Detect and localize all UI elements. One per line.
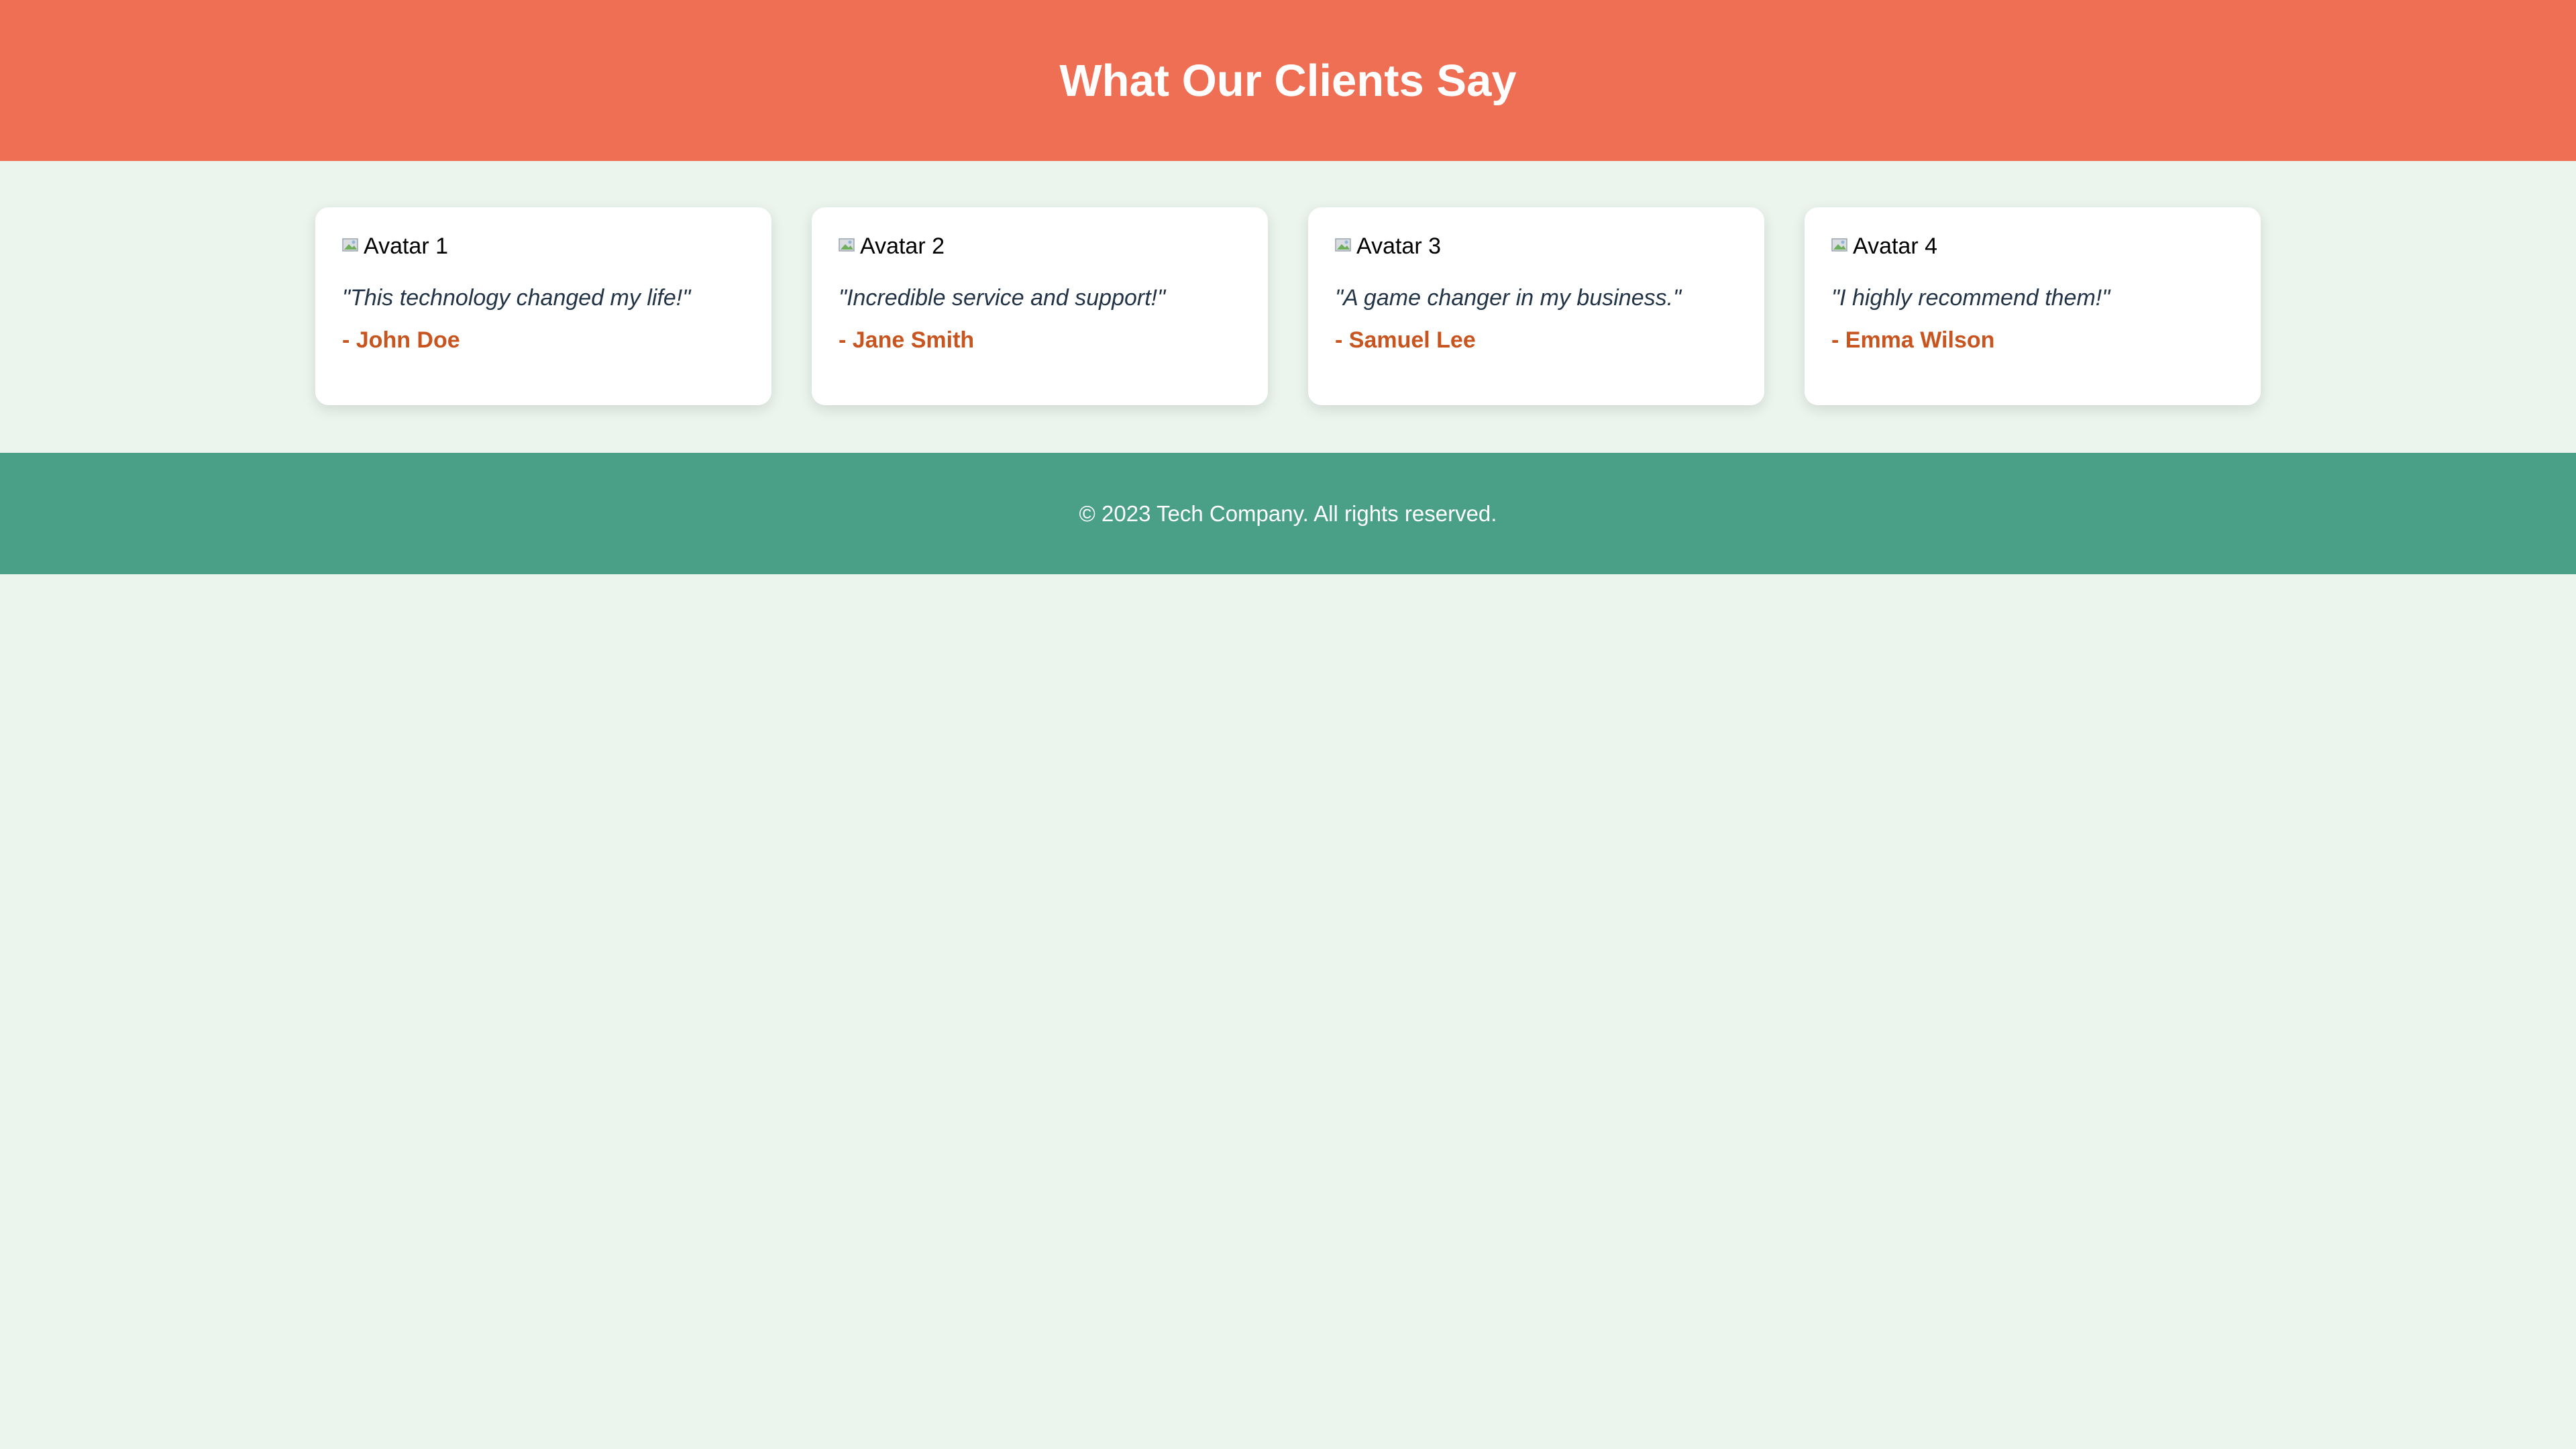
testimonial-card: Avatar 1 "This technology changed my lif… [315, 207, 771, 405]
broken-image-icon [1335, 238, 1351, 252]
page-footer: © 2023 Tech Company. All rights reserved… [0, 453, 2576, 574]
avatar-alt-text: Avatar 3 [1356, 233, 1442, 259]
page-title: What Our Clients Say [1059, 55, 1517, 106]
copyright-text: © 2023 Tech Company. All rights reserved… [1079, 500, 1497, 526]
testimonial-card: Avatar 3 "A game changer in my business.… [1308, 207, 1764, 405]
avatar: Avatar 3 [1335, 233, 1737, 260]
avatar-alt-text: Avatar 2 [860, 233, 945, 259]
testimonial-author: - John Doe [342, 327, 460, 353]
broken-image-icon [342, 238, 358, 252]
avatar: Avatar 1 [342, 233, 745, 260]
testimonial-quote: "This technology changed my life!" [342, 285, 691, 311]
testimonial-cards: Avatar 1 "This technology changed my lif… [315, 207, 2261, 405]
testimonial-card: Avatar 4 "I highly recommend them!" - Em… [1805, 207, 2261, 405]
testimonial-author: - Jane Smith [839, 327, 975, 353]
testimonials-section: Avatar 1 "This technology changed my lif… [0, 161, 2576, 453]
avatar-alt-text: Avatar 4 [1853, 233, 1938, 259]
testimonial-author: - Emma Wilson [1831, 327, 1995, 353]
page-header: What Our Clients Say [0, 0, 2576, 161]
broken-image-icon [1831, 238, 1847, 252]
avatar: Avatar 2 [839, 233, 1241, 260]
avatar: Avatar 4 [1831, 233, 2234, 260]
testimonial-quote: "A game changer in my business." [1335, 285, 1682, 311]
testimonial-quote: "I highly recommend them!" [1831, 285, 2110, 311]
broken-image-icon [839, 238, 855, 252]
avatar-alt-text: Avatar 1 [364, 233, 449, 259]
testimonial-card: Avatar 2 "Incredible service and support… [812, 207, 1268, 405]
testimonial-quote: "Incredible service and support!" [839, 285, 1166, 311]
testimonial-author: - Samuel Lee [1335, 327, 1476, 353]
